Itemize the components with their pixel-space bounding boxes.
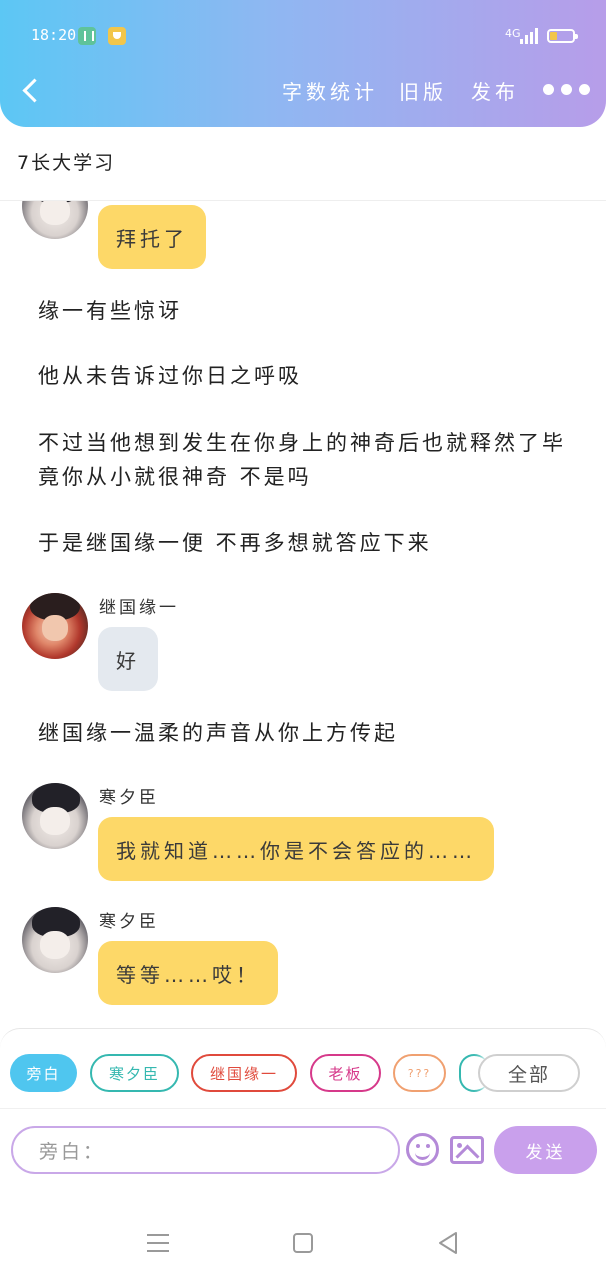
role-chip[interactable]: 寒夕臣 bbox=[90, 1054, 179, 1092]
chat-bubble[interactable]: 好 bbox=[98, 627, 158, 691]
system-nav-bar bbox=[0, 1180, 606, 1280]
speaker-name: 寒夕臣 bbox=[99, 912, 159, 932]
narration-text[interactable]: 他从未告诉过你日之呼吸 bbox=[38, 359, 578, 393]
narration-text[interactable]: 继国缘一温柔的声音从你上方传起 bbox=[38, 716, 578, 750]
back-triangle-icon[interactable] bbox=[436, 1231, 460, 1255]
avatar[interactable] bbox=[22, 907, 88, 973]
image-icon[interactable] bbox=[450, 1136, 484, 1164]
narration-text[interactable]: 于是继国缘一便 不再多想就答应下来 bbox=[38, 526, 578, 560]
all-roles-button[interactable]: 全部 bbox=[478, 1054, 580, 1092]
network-type: 4G bbox=[505, 27, 521, 40]
word-count-button[interactable]: 字数统计 bbox=[282, 76, 378, 105]
emoji-icon[interactable] bbox=[406, 1133, 439, 1166]
old-version-button[interactable]: 旧版 bbox=[399, 76, 447, 105]
back-icon[interactable] bbox=[18, 74, 46, 108]
chat-bubble[interactable]: 拜托了 bbox=[98, 205, 206, 269]
role-chip[interactable]: 老板 bbox=[310, 1054, 381, 1092]
avatar[interactable] bbox=[22, 593, 88, 659]
chat-bubble[interactable]: 等等……哎！ bbox=[98, 941, 278, 1005]
speaker-name: 继国缘一 bbox=[99, 598, 179, 618]
menu-icon[interactable] bbox=[147, 1234, 169, 1252]
speaker-name: 寒夕臣 bbox=[99, 788, 159, 808]
chat-content[interactable]: 拜托了 缘一有些惊讶 他从未告诉过你日之呼吸 不过当他想到发生在你身上的神奇后也… bbox=[0, 201, 606, 1027]
role-chip[interactable]: 继国缘一 bbox=[191, 1054, 297, 1092]
publish-button[interactable]: 发布 bbox=[471, 76, 519, 105]
more-icon[interactable] bbox=[540, 84, 590, 98]
narration-text[interactable]: 缘一有些惊讶 bbox=[38, 294, 578, 328]
app-notification-icon bbox=[78, 27, 96, 45]
narration-text[interactable]: 不过当他想到发生在你身上的神奇后也就释然了毕竟你从小就很神奇 不是吗 bbox=[38, 426, 578, 494]
story-title[interactable]: 7长大学习 bbox=[17, 148, 115, 175]
divider bbox=[0, 1108, 606, 1109]
home-icon[interactable] bbox=[293, 1233, 313, 1253]
app-notification-icon bbox=[108, 27, 126, 45]
signal-icon bbox=[520, 28, 538, 44]
status-time: 18:20 bbox=[31, 26, 77, 44]
role-chip[interactable]: ??? bbox=[393, 1054, 446, 1092]
battery-icon bbox=[547, 29, 578, 43]
role-chip-narrator[interactable]: 旁白 bbox=[10, 1054, 77, 1092]
avatar[interactable] bbox=[22, 783, 88, 849]
message-input[interactable]: 旁白： bbox=[11, 1126, 400, 1174]
send-button[interactable]: 发送 bbox=[494, 1126, 597, 1174]
app-header: 18:20 4G 字数统计 旧版 发布 bbox=[0, 0, 606, 127]
chat-bubble[interactable]: 我就知道……你是不会答应的…… bbox=[98, 817, 494, 881]
avatar[interactable] bbox=[22, 201, 88, 239]
